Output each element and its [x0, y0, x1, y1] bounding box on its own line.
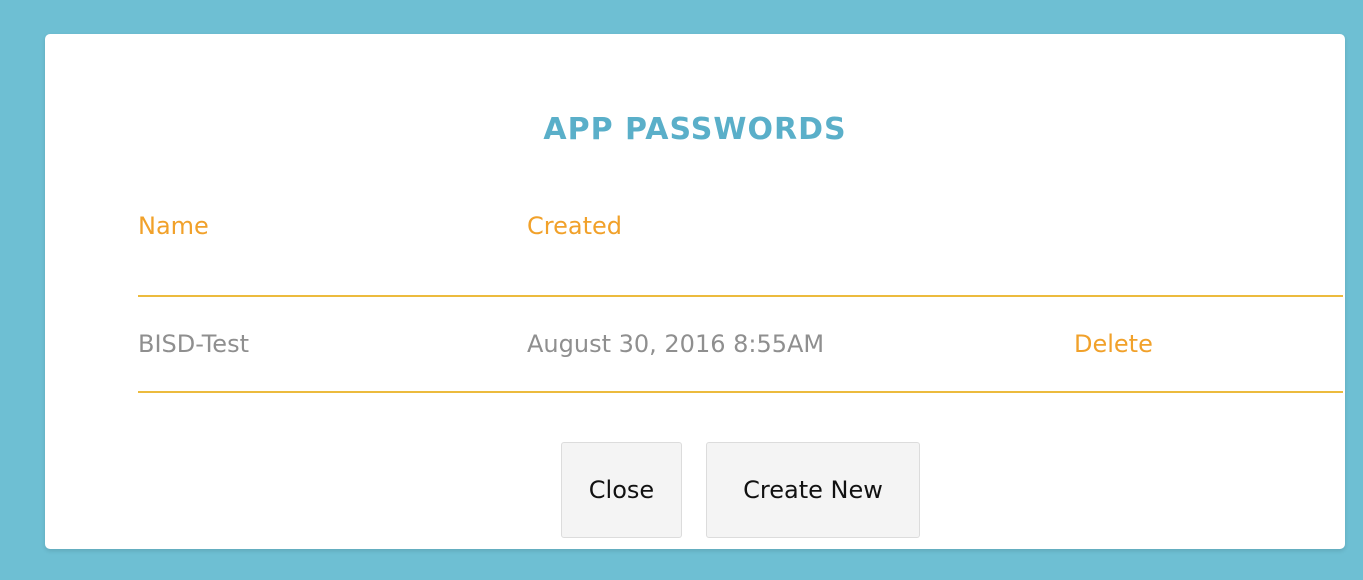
- create-new-button[interactable]: Create New: [706, 442, 920, 538]
- app-passwords-dialog: APP PASSWORDS Name Created BISD-Test Aug…: [45, 34, 1345, 549]
- dialog-title: APP PASSWORDS: [543, 112, 847, 147]
- close-button[interactable]: Close: [561, 442, 682, 538]
- column-header-name: Name: [138, 212, 209, 240]
- header-divider: [138, 295, 1343, 297]
- column-header-created: Created: [527, 212, 622, 240]
- row-divider: [138, 391, 1343, 393]
- delete-link[interactable]: Delete: [1074, 330, 1153, 358]
- row-created-cell: August 30, 2016 8:55AM: [527, 330, 825, 358]
- row-name-cell: BISD-Test: [138, 330, 249, 358]
